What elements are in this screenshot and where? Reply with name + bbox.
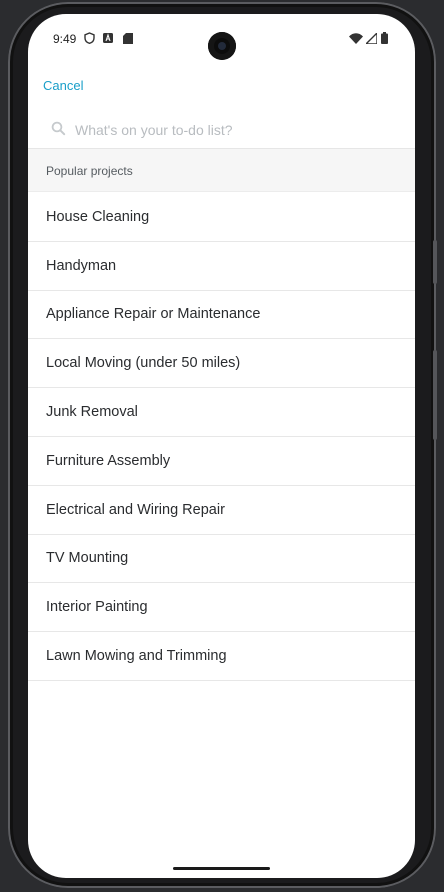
front-camera	[208, 32, 236, 60]
list-item[interactable]: Appliance Repair or Maintenance	[28, 291, 415, 340]
search-bar	[28, 110, 415, 148]
signal-icon	[365, 32, 377, 44]
sd-card-icon	[122, 32, 134, 44]
list-item[interactable]: Interior Painting	[28, 583, 415, 633]
power-button	[433, 240, 437, 284]
battery-icon	[380, 32, 388, 44]
list-item[interactable]: Furniture Assembly	[28, 437, 415, 486]
search-icon	[51, 121, 66, 141]
status-time: 9:49	[53, 32, 77, 46]
list-item[interactable]: Lawn Mowing and Trimming	[28, 632, 415, 681]
list-item[interactable]: TV Mounting	[28, 535, 415, 584]
cancel-button[interactable]: Cancel	[43, 78, 83, 93]
app-screen: 9:49 Cancel Popular projects House Cl	[28, 14, 415, 878]
volume-button	[433, 350, 437, 440]
home-indicator[interactable]	[173, 867, 270, 870]
wifi-icon	[349, 32, 363, 44]
shield-icon	[83, 32, 95, 44]
search-input[interactable]	[73, 116, 397, 144]
popular-projects-header: Popular projects	[28, 148, 415, 192]
list-item[interactable]: Local Moving (under 50 miles)	[28, 339, 415, 389]
section-title: Popular projects	[46, 164, 133, 178]
list-item[interactable]: Handyman	[28, 242, 415, 291]
list-item[interactable]: Junk Removal	[28, 388, 415, 437]
a-icon	[102, 32, 114, 44]
status-bar: 9:49	[28, 14, 415, 64]
project-list: House Cleaning Handyman Appliance Repair…	[28, 193, 415, 681]
list-item[interactable]: Electrical and Wiring Repair	[28, 486, 415, 535]
list-item[interactable]: House Cleaning	[28, 193, 415, 242]
